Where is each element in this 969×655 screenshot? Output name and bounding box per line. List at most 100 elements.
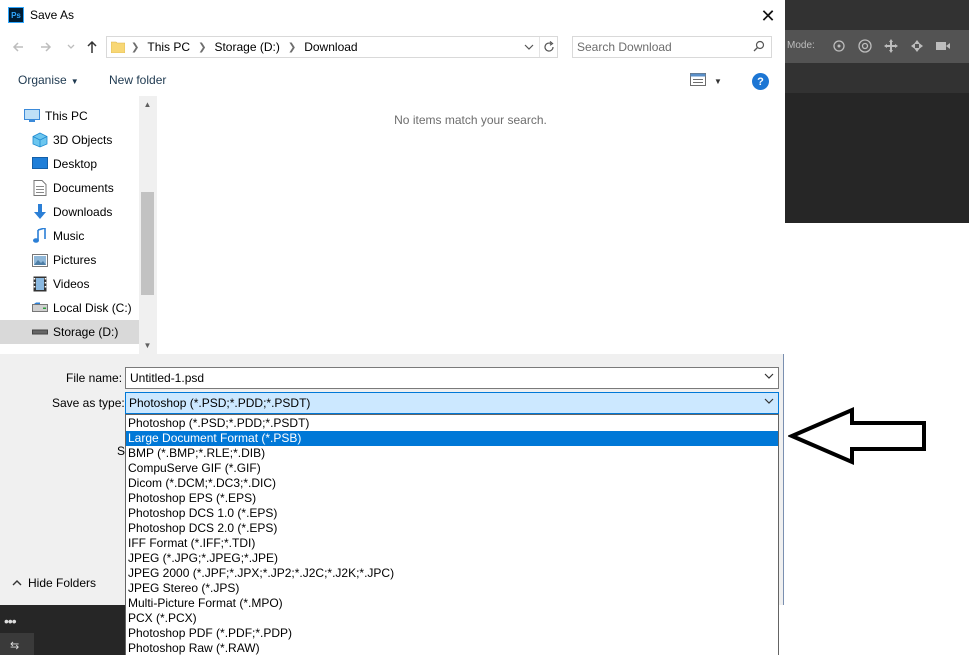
music-icon xyxy=(32,228,48,244)
scrollbar-thumb[interactable] xyxy=(141,192,154,295)
organise-label: Organise xyxy=(18,73,67,87)
photoshop-canvas-area xyxy=(785,93,969,223)
dropdown-option[interactable]: Multi-Picture Format (*.MPO) xyxy=(126,596,778,611)
sidebar-item-documents[interactable]: Documents xyxy=(0,176,139,200)
folder-icon xyxy=(110,40,126,54)
cube-icon xyxy=(32,132,48,148)
dialog-title: Save As xyxy=(30,8,75,22)
sidebar-item-label: This PC xyxy=(45,109,88,123)
video-camera-icon[interactable] xyxy=(933,36,953,56)
breadcrumb-this-pc[interactable]: This PC xyxy=(147,40,190,54)
dropdown-option[interactable]: JPEG (*.JPG;*.JPEG;*.JPE) xyxy=(126,551,778,566)
sidebar-item-3d-objects[interactable]: 3D Objects xyxy=(0,128,139,152)
sidebar-item-label: Local Disk (C:) xyxy=(53,301,132,315)
dropdown-option[interactable]: Photoshop Raw (*.RAW) xyxy=(126,641,778,655)
sidebar-item-videos[interactable]: Videos xyxy=(0,272,139,296)
dropdown-option[interactable]: JPEG 2000 (*.JPF;*.JPX;*.JP2;*.J2C;*.J2K… xyxy=(126,566,778,581)
chevron-down-icon: ▼ xyxy=(714,76,722,86)
photoshop-logo-icon: Ps xyxy=(8,7,24,23)
sidebar-item-music[interactable]: Music xyxy=(0,224,139,248)
dropdown-option[interactable]: BMP (*.BMP;*.RLE;*.DIB) xyxy=(126,446,778,461)
hide-folders-label: Hide Folders xyxy=(28,576,97,590)
up-arrow-icon[interactable] xyxy=(84,39,100,55)
empty-message: No items match your search. xyxy=(394,113,547,127)
dropdown-option[interactable]: CompuServe GIF (*.GIF) xyxy=(126,461,778,476)
video-icon xyxy=(32,276,48,292)
sidebar-item-label: Music xyxy=(53,229,85,243)
save-as-type-value: Photoshop (*.PSD;*.PDD;*.PSDT) xyxy=(129,396,311,410)
view-list-icon xyxy=(690,73,706,89)
scroll-down-icon[interactable]: ▼ xyxy=(139,337,156,354)
dropdown-option[interactable]: Photoshop EPS (*.EPS) xyxy=(126,491,778,506)
chevron-down-icon[interactable] xyxy=(764,371,774,384)
navigation-bar: ❯ This PC ❯ Storage (D:) ❯ Download xyxy=(0,31,784,64)
sidebar-item-downloads[interactable]: Downloads xyxy=(0,200,139,224)
dropdown-option[interactable]: JPEG Stereo (*.JPS) xyxy=(126,581,778,596)
search-input[interactable] xyxy=(577,39,747,55)
sidebar-item-label: 3D Objects xyxy=(53,133,113,147)
organise-button[interactable]: Organise ▼ xyxy=(18,73,79,87)
sidebar-item-label: Videos xyxy=(53,277,90,291)
sidebar-item-label: Documents xyxy=(53,181,114,195)
change-view-button[interactable]: ▼ xyxy=(690,73,722,89)
dropdown-option[interactable]: Large Document Format (*.PSB) xyxy=(126,431,778,446)
dropdown-option[interactable]: Photoshop DCS 1.0 (*.EPS) xyxy=(126,506,778,521)
command-toolbar: Organise ▼ New folder ▼ ? xyxy=(0,64,784,96)
sidebar-item-pictures[interactable]: Pictures xyxy=(0,248,139,272)
breadcrumb-separator-icon[interactable]: ❯ xyxy=(198,42,206,53)
slide-3d-icon[interactable] xyxy=(907,36,927,56)
swap-colors-icon[interactable]: ⇆ xyxy=(10,639,19,652)
save-as-type-select[interactable]: Photoshop (*.PSD;*.PDD;*.PSDT) xyxy=(125,392,779,414)
breadcrumb-download[interactable]: Download xyxy=(304,40,357,54)
help-button[interactable]: ? xyxy=(752,73,769,90)
sidebar-item-local-disk-c[interactable]: Local Disk (C:) xyxy=(0,296,139,320)
sidebar-item-this-pc[interactable]: This PC xyxy=(0,104,139,128)
search-icon[interactable] xyxy=(753,40,765,55)
breadcrumb-storage-d[interactable]: Storage (D:) xyxy=(214,40,279,54)
search-box[interactable] xyxy=(572,36,772,58)
file-list-area[interactable]: No items match your search. xyxy=(157,96,784,354)
back-arrow-icon[interactable] xyxy=(10,39,26,55)
address-bar[interactable]: ❯ This PC ❯ Storage (D:) ❯ Download xyxy=(106,36,558,58)
sidebar-item-label: Pictures xyxy=(53,253,97,267)
dropdown-option[interactable]: Photoshop PDF (*.PDF;*.PDP) xyxy=(126,626,778,641)
partial-label: S xyxy=(117,444,126,458)
dropdown-option[interactable]: Photoshop (*.PSD;*.PDD;*.PSDT) xyxy=(126,416,778,431)
document-icon xyxy=(32,180,48,196)
sidebar-item-desktop[interactable]: Desktop xyxy=(0,152,139,176)
dropdown-option[interactable]: Dicom (*.DCM;*.DC3;*.DIC) xyxy=(126,476,778,491)
scroll-up-icon[interactable]: ▲ xyxy=(139,96,156,113)
chevron-up-icon xyxy=(12,576,22,590)
photoshop-titlebar xyxy=(785,0,969,30)
close-button[interactable]: ✕ xyxy=(752,3,784,29)
dropdown-option[interactable]: Photoshop DCS 2.0 (*.EPS) xyxy=(126,521,778,536)
annotation-arrow-icon xyxy=(788,406,926,466)
sidebar-item-storage-d[interactable]: Storage (D:) xyxy=(0,320,139,344)
sidebar-item-label: Downloads xyxy=(53,205,113,219)
roll-3d-icon[interactable] xyxy=(855,36,875,56)
refresh-icon[interactable] xyxy=(539,37,558,57)
breadcrumb-separator-icon: ❯ xyxy=(131,41,140,53)
file-name-field[interactable] xyxy=(125,367,779,389)
navigation-pane-scrollbar[interactable]: ▲ ▼ xyxy=(139,96,156,354)
download-icon xyxy=(32,204,48,220)
sidebar-item-label: Storage (D:) xyxy=(53,325,119,339)
orbit-3d-icon[interactable] xyxy=(829,36,849,56)
hide-folders-button[interactable]: Hide Folders xyxy=(12,576,96,590)
new-folder-button[interactable]: New folder xyxy=(109,73,166,87)
chevron-down-icon[interactable] xyxy=(764,396,774,409)
breadcrumb-separator-icon[interactable]: ❯ xyxy=(288,42,296,53)
dropdown-option[interactable]: IFF Format (*.IFF;*.TDI) xyxy=(126,536,778,551)
forward-arrow-icon[interactable] xyxy=(38,39,54,55)
recent-locations-chevron-icon[interactable] xyxy=(63,39,79,55)
photoshop-toolbar-bottom: ••• ⇆ xyxy=(0,605,125,655)
drive-icon xyxy=(32,324,48,340)
file-name-input[interactable] xyxy=(130,370,750,386)
photoshop-options-bar: Mode: xyxy=(785,30,969,63)
breadcrumb: ❯ This PC ❯ Storage (D:) ❯ Download xyxy=(131,40,358,54)
drag-3d-icon[interactable] xyxy=(881,36,901,56)
address-dropdown-icon[interactable] xyxy=(522,40,536,54)
more-tools-icon[interactable]: ••• xyxy=(4,613,17,629)
dropdown-option[interactable]: PCX (*.PCX) xyxy=(126,611,778,626)
save-as-type-label: Save as type: xyxy=(52,396,125,410)
